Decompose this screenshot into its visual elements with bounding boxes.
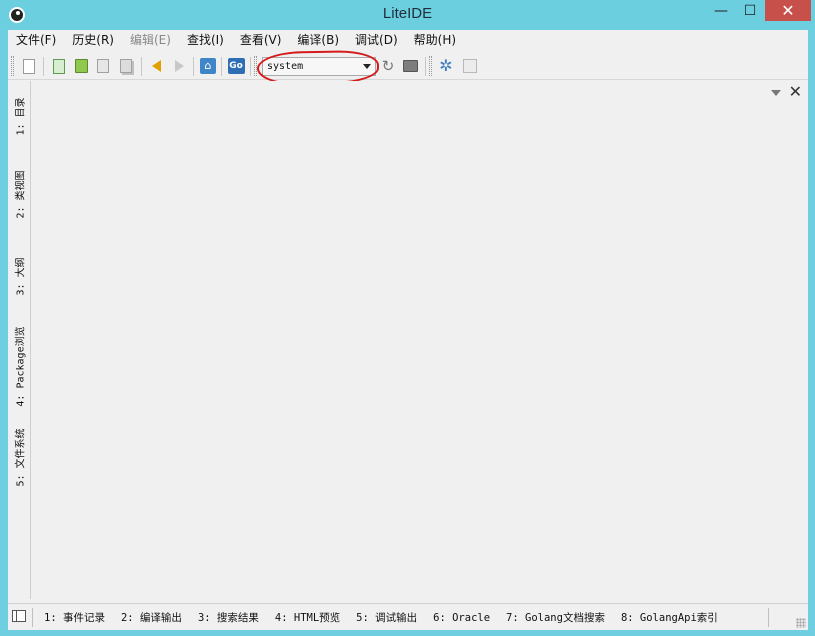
bottom-separator xyxy=(32,608,33,627)
menu-debug[interactable]: 调试(D) xyxy=(347,30,406,51)
save-all-icon xyxy=(120,59,132,73)
toolbar-grip[interactable] xyxy=(254,56,257,76)
side-tab-outline[interactable]: 3: 大纲 xyxy=(8,245,31,307)
bottom-tab-html-preview[interactable]: 4: HTML预览 xyxy=(267,610,348,625)
client-area: 文件(F) 历史(R) 编辑(E) 查找(I) 查看(V) 编译(B) 调试(D… xyxy=(8,30,808,630)
toolbar-separator xyxy=(193,57,194,76)
reload-environment-button[interactable]: ↻ xyxy=(379,57,397,75)
toolbar-separator xyxy=(425,57,426,76)
gear-icon: ✲ xyxy=(439,56,453,75)
back-button[interactable] xyxy=(147,57,165,75)
back-arrow-icon xyxy=(151,60,161,72)
close-pane-button[interactable]: ✕ xyxy=(789,82,802,101)
save-button[interactable] xyxy=(94,57,112,75)
terminal-icon xyxy=(402,60,418,72)
save-all-button[interactable] xyxy=(117,57,135,75)
go-icon: Go xyxy=(227,58,245,74)
home-icon: ⌂ xyxy=(200,58,216,74)
reload-icon: ↻ xyxy=(381,57,395,75)
toolbar-grip[interactable] xyxy=(11,56,14,76)
bottom-tab-golang-doc-search[interactable]: 7: Golang文档搜索 xyxy=(498,610,613,625)
menu-view[interactable]: 查看(V) xyxy=(232,30,290,51)
bottom-tool-bar: 1: 事件记录 2: 编译输出 3: 搜索结果 4: HTML预览 5: 调试输… xyxy=(8,603,808,630)
settings-button[interactable]: ✲ xyxy=(437,57,455,75)
toolbar-separator xyxy=(250,57,251,76)
menu-find[interactable]: 查找(I) xyxy=(179,30,232,51)
bottom-tab-oracle[interactable]: 6: Oracle xyxy=(425,612,498,624)
toolbar-separator xyxy=(43,57,44,76)
toolbar-grip[interactable] xyxy=(429,56,432,76)
main-toolbar: ⌂ Go system ↻ ✲ xyxy=(8,49,808,86)
bottom-tab-build-output[interactable]: 2: 编译输出 xyxy=(113,610,190,625)
editor-area[interactable]: ✕ xyxy=(31,81,808,599)
forward-button[interactable] xyxy=(170,57,188,75)
blank-square-icon xyxy=(463,59,477,73)
title-bar: LiteIDE — ☐ ✕ xyxy=(0,0,815,30)
side-tab-class-view[interactable]: 2: 类视图 xyxy=(8,149,31,239)
bottom-tab-search-results[interactable]: 3: 搜索结果 xyxy=(190,610,267,625)
bottom-tab-event-log[interactable]: 1: 事件记录 xyxy=(36,610,113,625)
maximize-button[interactable]: ☐ xyxy=(737,0,763,21)
side-tab-directory[interactable]: 1: 目录 xyxy=(8,91,31,141)
environment-select-value: system xyxy=(267,61,304,72)
side-tab-package-browser[interactable]: 4: Package浏览 xyxy=(8,311,31,421)
open-file-button[interactable] xyxy=(50,57,68,75)
blank-toolbar-button[interactable] xyxy=(461,57,479,75)
open-folder-button[interactable] xyxy=(72,57,90,75)
bottom-tabs: 1: 事件记录 2: 编译输出 3: 搜索结果 4: HTML预览 5: 调试输… xyxy=(36,604,726,631)
toolbar-separator xyxy=(141,57,142,76)
home-button[interactable]: ⌂ xyxy=(199,57,217,75)
go-button[interactable]: Go xyxy=(227,57,245,75)
forward-arrow-icon xyxy=(174,60,184,72)
side-tab-filesystem[interactable]: 5: 文件系统 xyxy=(8,415,31,499)
bottom-separator xyxy=(768,608,769,627)
menu-file[interactable]: 文件(F) xyxy=(8,30,64,51)
left-tool-panel: 1: 目录 2: 类视图 3: 大纲 4: Package浏览 5: 文件系统 xyxy=(8,81,31,599)
environment-select[interactable]: system xyxy=(262,57,376,76)
menu-build[interactable]: 编译(B) xyxy=(289,30,347,51)
toggle-sidebar-icon[interactable] xyxy=(12,610,26,622)
menu-help[interactable]: 帮助(H) xyxy=(406,30,464,51)
bottom-tab-golang-api-index[interactable]: 8: GolangApi索引 xyxy=(613,610,726,625)
new-file-icon xyxy=(23,58,35,74)
close-window-button[interactable]: ✕ xyxy=(765,0,811,21)
bottom-tab-debug-output[interactable]: 5: 调试输出 xyxy=(348,610,425,625)
terminal-button[interactable] xyxy=(401,57,419,75)
minimize-button[interactable]: — xyxy=(708,0,734,21)
open-folder-icon xyxy=(74,59,88,73)
menu-edit[interactable]: 编辑(E) xyxy=(122,30,179,51)
menu-bar: 文件(F) 历史(R) 编辑(E) 查找(I) 查看(V) 编译(B) 调试(D… xyxy=(8,30,808,51)
new-file-button[interactable] xyxy=(20,57,38,75)
open-file-icon xyxy=(53,58,65,74)
window-title: LiteIDE xyxy=(382,5,433,22)
resize-grip-icon[interactable] xyxy=(796,618,806,628)
save-icon xyxy=(97,59,109,73)
pane-menu-arrow-icon[interactable] xyxy=(771,90,781,96)
dropdown-arrow-icon[interactable] xyxy=(363,64,371,69)
menu-history[interactable]: 历史(R) xyxy=(64,30,122,51)
toolbar-separator xyxy=(221,57,222,76)
